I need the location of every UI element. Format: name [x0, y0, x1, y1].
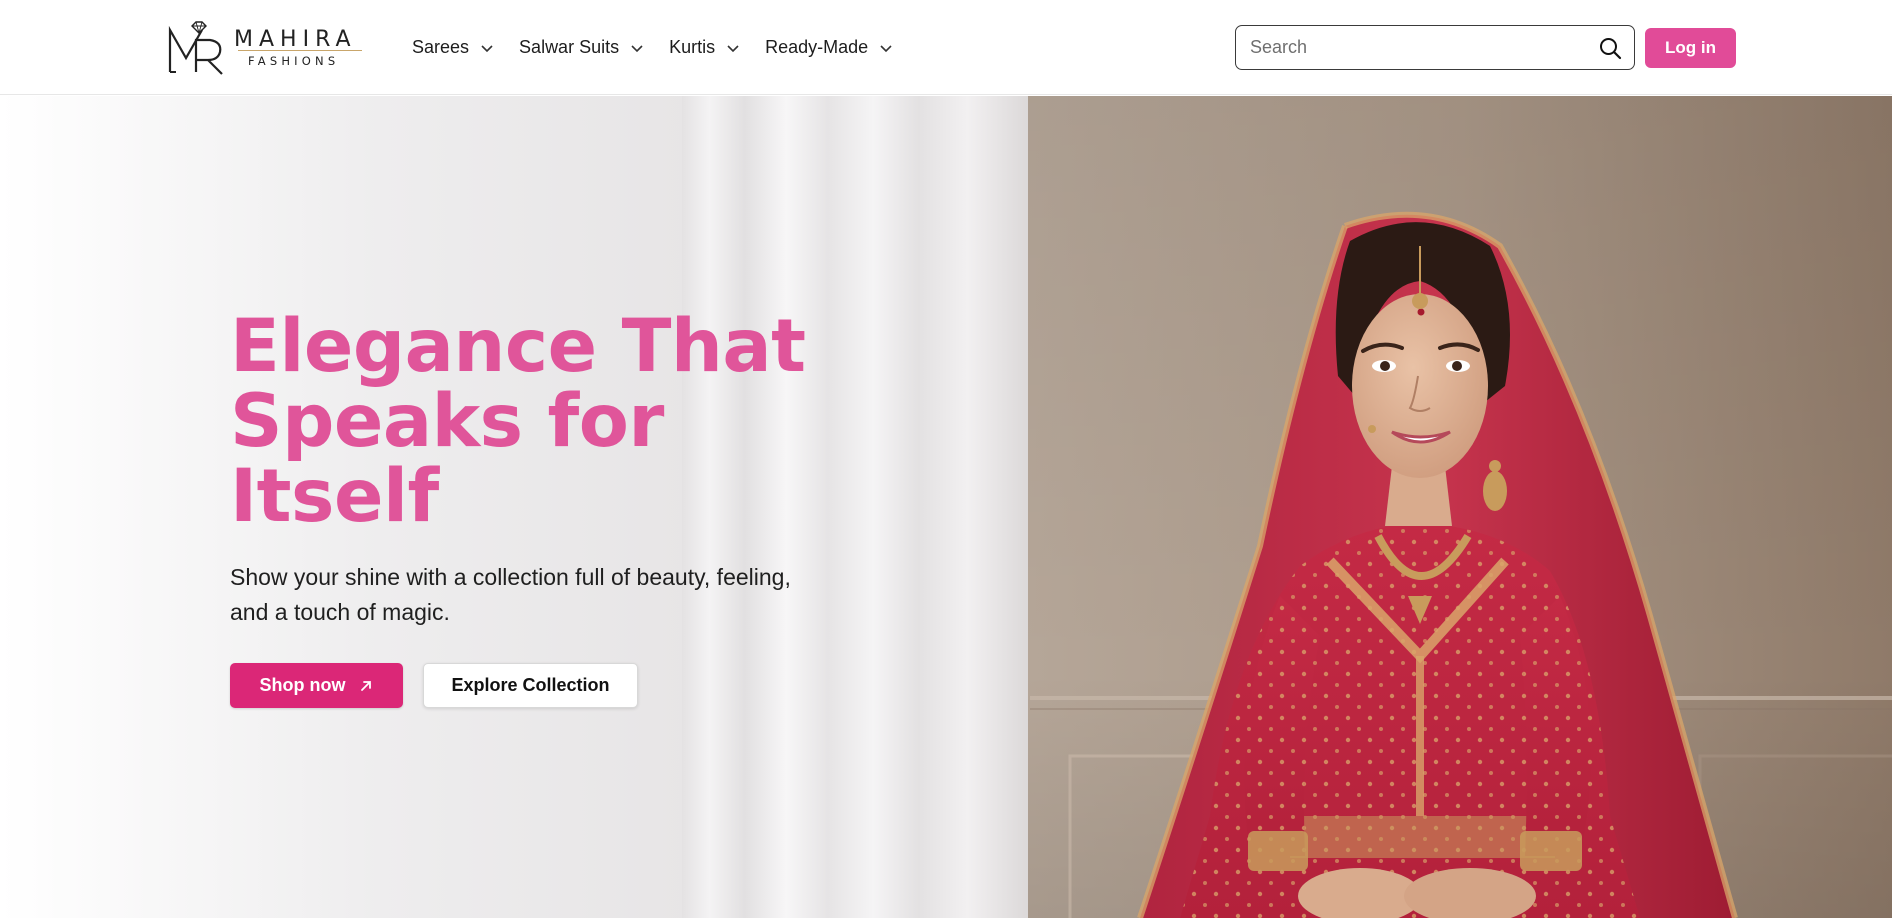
hero-content: Elegance That Speaks for Itself Show you…	[230, 309, 870, 630]
hero-section: Elegance That Speaks for Itself Show you…	[0, 96, 1892, 918]
nav-item-label: Ready-Made	[765, 37, 869, 57]
nav-item-ready-made[interactable]: Ready-Made	[765, 37, 894, 58]
chevron-down-icon	[880, 44, 892, 52]
login-button[interactable]: Log in	[1645, 28, 1736, 68]
nav-item-salwar-suits[interactable]: Salwar Suits	[519, 37, 645, 58]
main-nav: Sarees Salwar Suits Kurtis Ready-Made	[412, 0, 918, 95]
brand-tagline: FASHIONS	[248, 54, 340, 68]
brand-logo[interactable]: MAHIRA FASHIONS	[166, 20, 376, 76]
brand-name: MAHIRA	[234, 27, 357, 52]
nav-item-label: Salwar Suits	[519, 37, 620, 57]
arrow-up-right-icon	[361, 680, 372, 691]
explore-collection-button[interactable]: Explore Collection	[423, 663, 638, 708]
shop-now-button[interactable]: Shop now	[230, 663, 403, 708]
chevron-down-icon	[631, 44, 643, 52]
search-input[interactable]	[1250, 26, 1590, 68]
hero-subtitle: Show your shine with a collection full o…	[230, 564, 791, 625]
hero-title: Elegance That Speaks for Itself	[230, 304, 806, 539]
search-box	[1235, 25, 1635, 70]
nav-item-kurtis[interactable]: Kurtis	[669, 37, 741, 58]
nav-item-label: Sarees	[412, 37, 470, 57]
shop-now-label: Shop now	[259, 675, 346, 695]
site-header: MAHIRA FASHIONS Sarees Salwar Suits Kurt…	[0, 0, 1892, 95]
chevron-down-icon	[727, 44, 739, 52]
chevron-down-icon	[481, 44, 493, 52]
nav-item-label: Kurtis	[669, 37, 716, 57]
hero-actions: Shop now Explore Collection	[230, 663, 638, 708]
search-icon[interactable]	[1598, 36, 1622, 60]
nav-item-sarees[interactable]: Sarees	[412, 37, 495, 58]
logo-monogram-icon	[168, 21, 223, 75]
logo-divider	[238, 50, 362, 51]
